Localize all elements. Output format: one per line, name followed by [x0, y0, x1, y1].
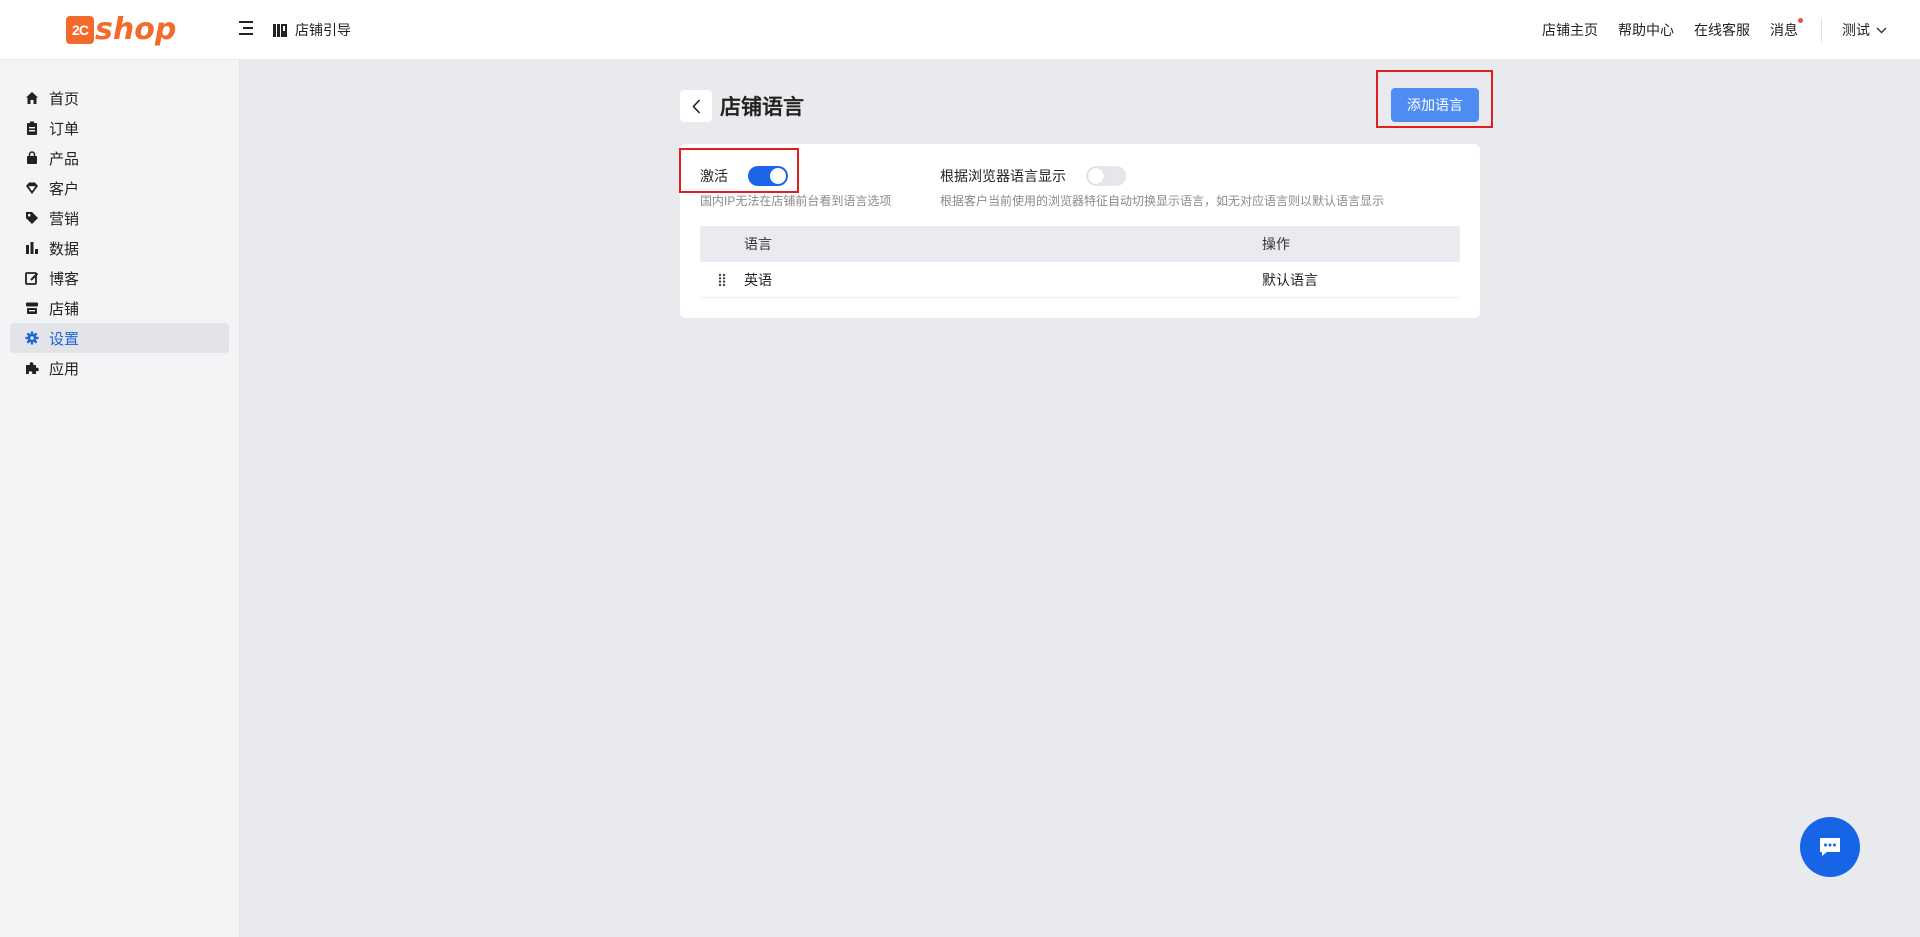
language-settings-card: 激活 国内IP无法在店铺前台看到语言选项 根据浏览器语言显示 根据客户当前使用的…	[680, 144, 1480, 318]
sidebar-item-apps[interactable]: 应用	[10, 353, 229, 383]
sidebar-item-label: 客户	[49, 180, 80, 198]
back-button[interactable]	[680, 90, 712, 122]
sidebar-item-label: 订单	[49, 120, 80, 138]
highlight-box-add-button	[1376, 70, 1493, 128]
default-language-label: 默认语言	[1262, 271, 1318, 288]
menu-toggle-icon[interactable]	[239, 21, 254, 35]
nav-divider	[1821, 18, 1822, 42]
store-icon	[26, 302, 38, 314]
clipboard-icon	[27, 121, 37, 135]
sidebar-item-label: 产品	[49, 150, 80, 168]
sidebar-item-label: 应用	[49, 360, 80, 378]
sidebar-item-label: 设置	[49, 330, 80, 348]
highlight-box-activate	[679, 148, 799, 193]
column-header-language: 语言	[744, 236, 772, 252]
chat-icon	[1820, 838, 1840, 856]
sidebar-item-blog[interactable]: 博客	[10, 263, 229, 293]
sidebar-item-settings[interactable]: 设置	[10, 323, 229, 353]
page-header: 店铺语言	[680, 90, 804, 122]
logo-badge: 2C	[66, 16, 94, 44]
browser-language-label: 根据浏览器语言显示	[940, 168, 1066, 184]
bag-icon	[27, 151, 37, 164]
language-table: 语言 操作 英语 默认语言	[700, 226, 1460, 298]
top-nav: 店铺主页 帮助中心 在线客服 消息 测试	[1542, 0, 1920, 60]
page-title: 店铺语言	[720, 96, 804, 119]
sidebar-item-orders[interactable]: 订单	[10, 113, 229, 143]
nav-help-center[interactable]: 帮助中心	[1618, 20, 1674, 40]
activate-hint: 国内IP无法在店铺前台看到语言选项	[700, 194, 892, 208]
gear-icon	[25, 331, 39, 345]
bar-chart-icon	[26, 242, 38, 254]
tag-icon	[26, 212, 38, 224]
top-header: 2C shop 店铺引导 店铺主页 帮助中心 在线客服 消息 测试	[0, 0, 1920, 60]
logo-word: shop	[95, 12, 177, 47]
messages-label: 消息	[1770, 22, 1798, 38]
sidebar-item-label: 首页	[49, 90, 80, 108]
store-guide-link[interactable]: 店铺引导	[273, 20, 351, 40]
sidebar-item-label: 数据	[49, 240, 80, 258]
logo[interactable]: 2C shop	[66, 12, 176, 48]
nav-online-service[interactable]: 在线客服	[1694, 20, 1750, 40]
column-header-actions: 操作	[1262, 236, 1290, 252]
sidebar: 首页 订单 产品 客户 营销 数据 博客 店铺 设置 应用	[0, 60, 240, 937]
sidebar-item-label: 店铺	[49, 300, 80, 318]
sidebar-item-products[interactable]: 产品	[10, 143, 229, 173]
user-menu[interactable]: 测试	[1842, 20, 1887, 40]
nav-store-home[interactable]: 店铺主页	[1542, 20, 1598, 40]
sidebar-item-home[interactable]: 首页	[10, 83, 229, 113]
nav-messages[interactable]: 消息	[1770, 18, 1803, 40]
language-name: 英语	[744, 271, 772, 288]
sidebar-item-label: 博客	[49, 270, 80, 288]
user-name: 测试	[1842, 22, 1870, 38]
puzzle-icon	[26, 362, 39, 374]
unread-dot	[1798, 18, 1803, 23]
home-icon	[26, 92, 38, 104]
browser-language-toggle[interactable]	[1086, 166, 1126, 186]
drag-handle-icon[interactable]	[700, 273, 744, 287]
gem-icon	[26, 182, 38, 194]
sidebar-item-store[interactable]: 店铺	[10, 293, 229, 323]
sidebar-item-label: 营销	[49, 210, 80, 228]
chevron-left-icon	[691, 98, 700, 114]
sidebar-item-customers[interactable]: 客户	[10, 173, 229, 203]
browser-language-option: 根据浏览器语言显示	[940, 166, 1126, 186]
edit-icon	[25, 272, 39, 285]
table-header: 语言 操作	[700, 226, 1460, 262]
guide-label: 店铺引导	[295, 22, 351, 38]
browser-language-hint: 根据客户当前使用的浏览器特征自动切换显示语言，如无对应语言则以默认语言显示	[940, 194, 1385, 208]
sidebar-item-data[interactable]: 数据	[10, 233, 229, 263]
book-icon	[273, 23, 287, 37]
toggle-knob	[1088, 168, 1104, 184]
table-row: 英语 默认语言	[700, 262, 1460, 298]
chevron-down-icon	[1876, 27, 1887, 33]
chat-button[interactable]	[1800, 817, 1860, 877]
sidebar-item-marketing[interactable]: 营销	[10, 203, 229, 233]
